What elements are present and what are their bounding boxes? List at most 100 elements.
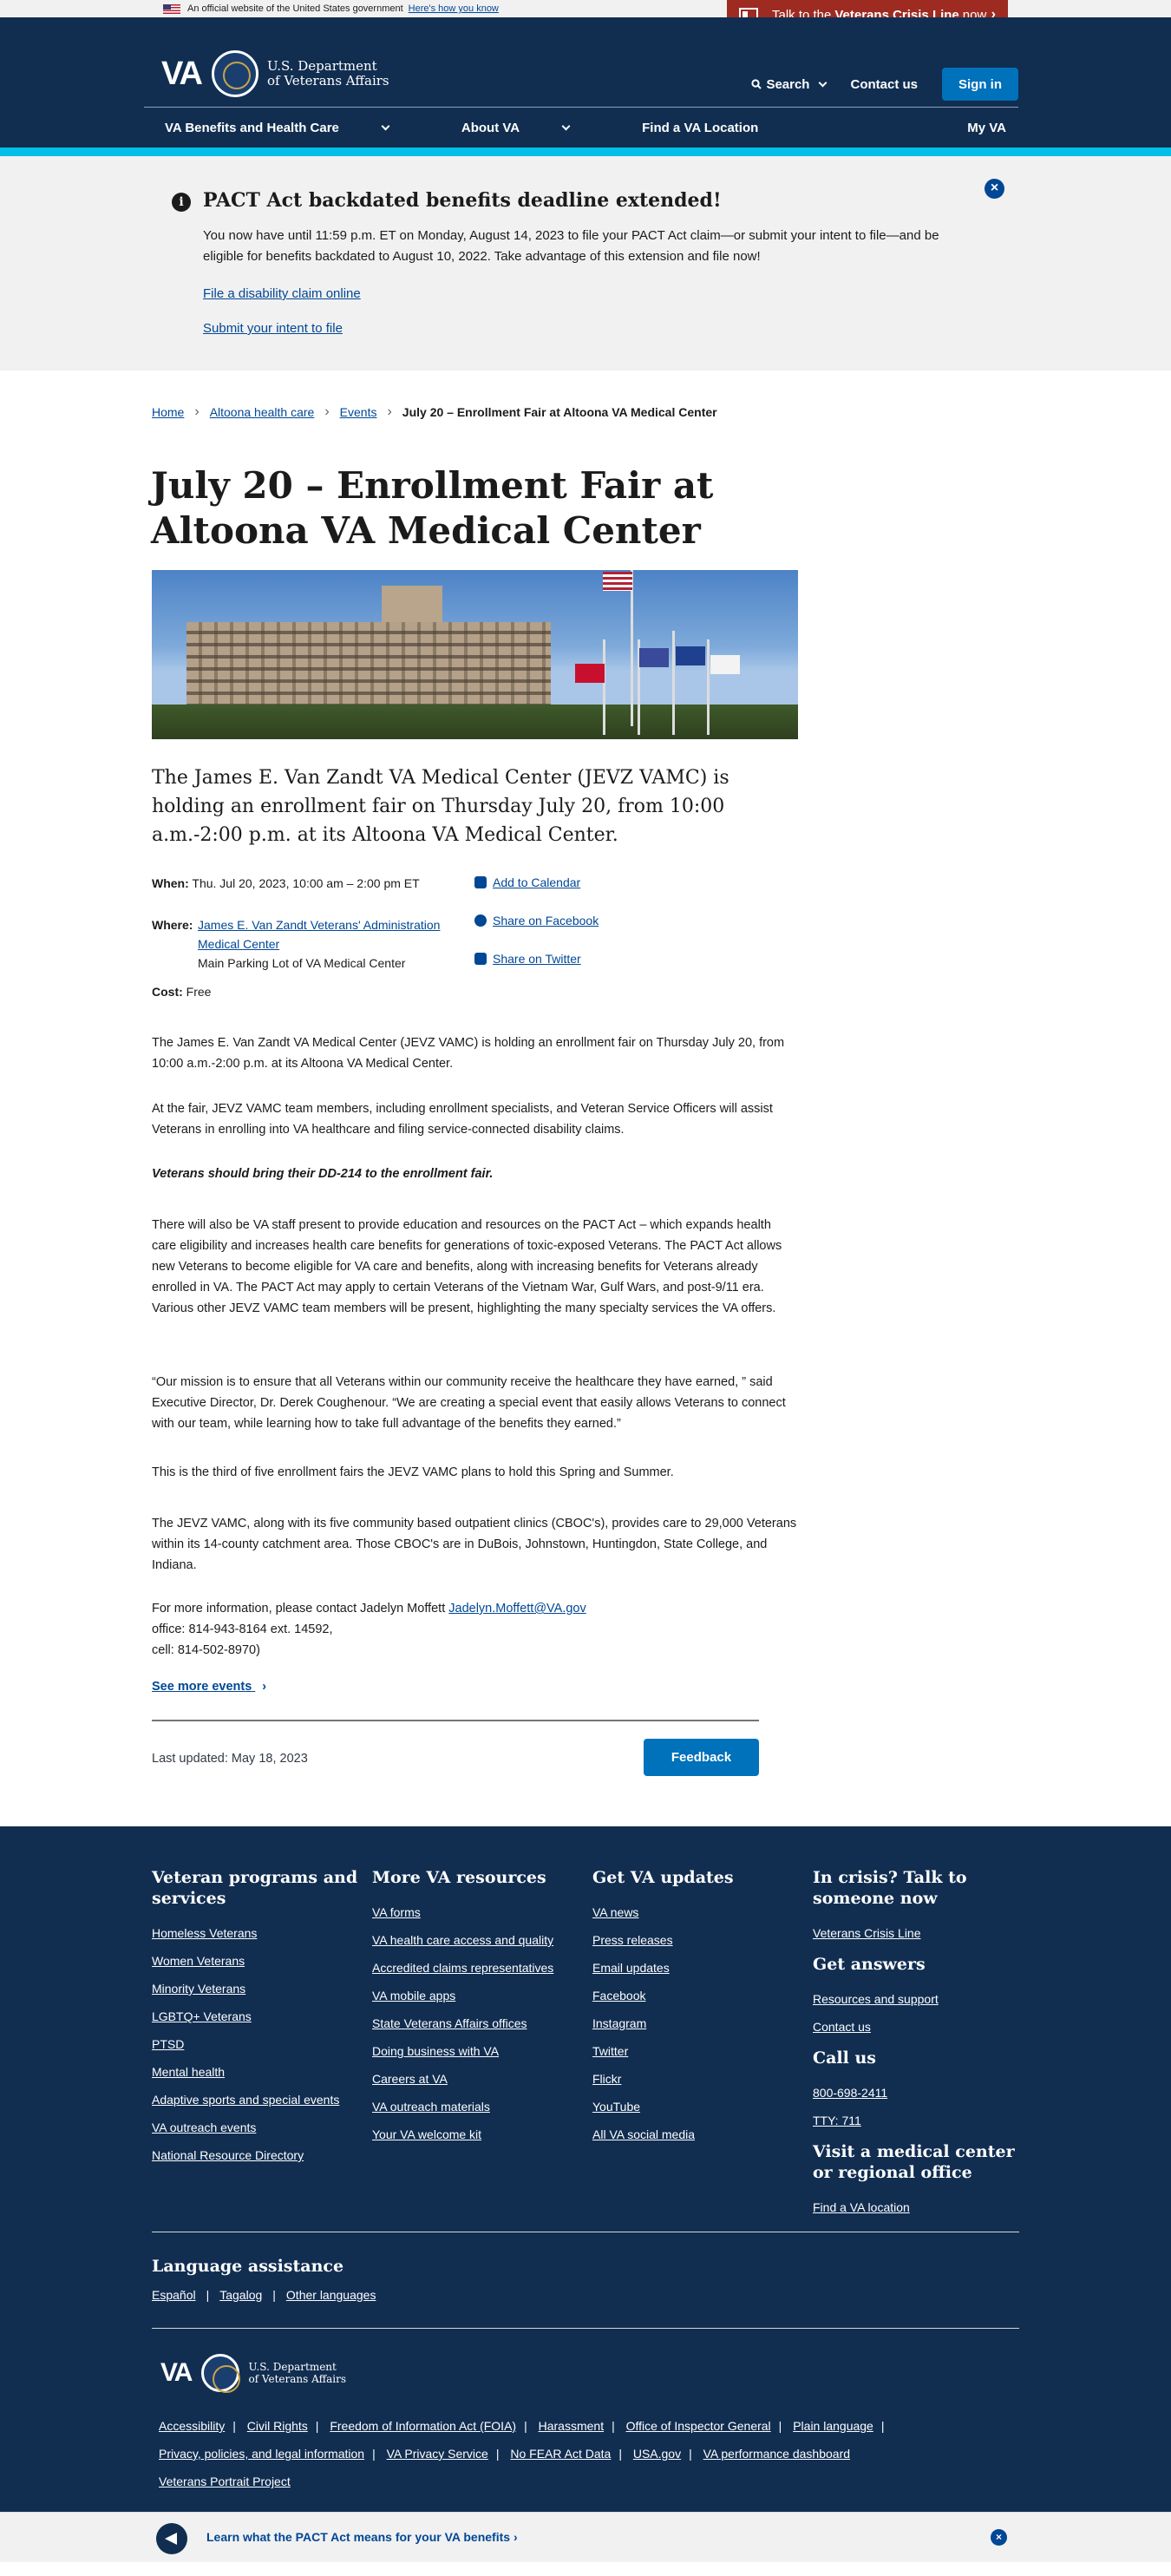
footer-bottom-link[interactable]: Veterans Portrait Project [159, 2474, 291, 2488]
breadcrumb-altoona[interactable]: Altoona health care [210, 405, 315, 419]
where-location-link[interactable]: James E. Van Zandt Veterans' Administrat… [198, 918, 440, 951]
feedback-button[interactable]: Feedback [644, 1739, 759, 1776]
footer-col-resources: More VA resources VA forms VA health car… [372, 1867, 580, 2155]
close-icon[interactable]: × [991, 2529, 1007, 2546]
nav-benefits-health-care[interactable]: VA Benefits and Health Care [165, 121, 425, 135]
footer-link[interactable]: Mental health [152, 2065, 360, 2079]
chevron-right-icon: › [194, 404, 200, 419]
file-disability-claim-link[interactable]: File a disability claim online [203, 286, 361, 301]
footer-bottom-link[interactable]: VA Privacy Service [387, 2447, 488, 2461]
footer-link[interactable]: PTSD [152, 2037, 360, 2051]
footer-link[interactable]: VA outreach events [152, 2120, 360, 2134]
share-facebook-label: Share on Facebook [493, 914, 599, 927]
footer-bottom-link[interactable]: USA.gov [633, 2447, 681, 2461]
heres-how-you-know-link[interactable]: Here's how you know [409, 3, 499, 14]
nav-label: VA Benefits and Health Care [165, 120, 339, 135]
footer-link[interactable]: Instagram [592, 2016, 801, 2030]
footer-link[interactable]: Minority Veterans [152, 1982, 360, 1996]
footer-link[interactable]: Press releases [592, 1933, 801, 1947]
footer-phone-link[interactable]: 800-698-2411 [813, 2086, 1030, 2100]
footer-link[interactable]: Flickr [592, 2072, 801, 2086]
footer-bottom-link[interactable]: Privacy, policies, and legal information [159, 2447, 364, 2461]
footer-link[interactable]: All VA social media [592, 2127, 801, 2141]
event-where-detail: James E. Van Zandt Veterans' Administrat… [198, 915, 440, 973]
footer-link[interactable]: Careers at VA [372, 2072, 580, 2086]
footer-col-title: Get VA updates [592, 1868, 734, 1887]
footer-bottom-link[interactable]: Accessibility [159, 2419, 225, 2433]
footer-va-logo[interactable]: VA U.S. Department of Veterans Affairs [160, 2354, 346, 2393]
body-paragraph-4: There will also be VA staff present to p… [152, 1218, 782, 1315]
footer-bottom-link[interactable]: Freedom of Information Act (FOIA) [330, 2419, 516, 2433]
body-paragraph-2: At the fair, JEVZ VAMC team members, inc… [152, 1102, 773, 1137]
alert-title: PACT Act backdated benefits deadline ext… [203, 189, 722, 212]
footer-link[interactable]: VA news [592, 1905, 801, 1919]
us-flag-icon [163, 3, 180, 14]
main-content: Home › Altoona health care › Events › Ju… [0, 370, 1171, 1826]
nav-my-va[interactable]: My VA [967, 121, 1006, 135]
body-paragraph-6: This is the third of five enrollment fai… [152, 1465, 674, 1479]
footer-bottom-link[interactable]: Civil Rights [247, 2419, 308, 2433]
search-button[interactable]: Search [751, 77, 828, 92]
footer-col-updates: Get VA updates VA news Press releases Em… [592, 1867, 801, 2155]
breadcrumb-home[interactable]: Home [152, 405, 184, 419]
footer-link[interactable]: Doing business with VA [372, 2044, 580, 2058]
footer-link[interactable]: Resources and support [813, 1992, 1030, 2006]
footer-link[interactable]: VA health care access and quality [372, 1933, 580, 1947]
lang-link[interactable]: Other languages [286, 2288, 376, 2302]
footer-find-location-link[interactable]: Find a VA location [813, 2200, 1030, 2214]
contact-email-link[interactable]: Jadelyn.Moffett@VA.gov [448, 1602, 586, 1616]
footer-link[interactable]: LGBTQ+ Veterans [152, 2009, 360, 2023]
chevron-right-icon: › [324, 404, 330, 419]
footer-bottom-link[interactable]: No FEAR Act Data [510, 2447, 611, 2461]
megaphone-icon [156, 2523, 187, 2554]
footer-bottom-link[interactable]: Office of Inspector General [626, 2419, 771, 2433]
footer-bottom-link[interactable]: VA performance dashboard [703, 2447, 850, 2461]
footer-col-help: In crisis? Talk to someone now Veterans … [813, 1867, 1030, 2228]
contact-us-link[interactable]: Contact us [850, 77, 918, 92]
footer-link[interactable]: Contact us [813, 2020, 1030, 2034]
footer-crisis-link[interactable]: Veterans Crisis Line [813, 1926, 1030, 1940]
body-paragraph-1: The James E. Van Zandt VA Medical Center… [152, 1036, 785, 1071]
footer-link[interactable]: Accredited claims representatives [372, 1961, 580, 1975]
va-logo-text: VA [160, 2358, 193, 2387]
va-logo[interactable]: VA U.S. Department of Veterans Affairs [161, 50, 389, 97]
footer-link[interactable]: Facebook [592, 1989, 801, 2002]
share-twitter-label: Share on Twitter [493, 952, 581, 966]
footer-link[interactable]: National Resource Directory [152, 2148, 360, 2162]
lang-link[interactable]: Tagalog [219, 2288, 262, 2302]
footer-link[interactable]: Adaptive sports and special events [152, 2093, 360, 2107]
add-to-calendar-link[interactable]: Add to Calendar [474, 875, 580, 889]
alert-body: You now have until 11:59 p.m. ET on Mond… [203, 228, 939, 264]
breadcrumb-events[interactable]: Events [340, 405, 377, 419]
answers-title: Get answers [813, 1955, 926, 1974]
footer-link[interactable]: Email updates [592, 1961, 801, 1975]
footer-link[interactable]: Your VA welcome kit [372, 2127, 580, 2141]
sign-in-button[interactable]: Sign in [942, 68, 1018, 101]
pact-act-banner-link[interactable]: Learn what the PACT Act means for your V… [206, 2530, 518, 2544]
footer-tty-link[interactable]: TTY: 711 [813, 2114, 1030, 2127]
contact-info: For more information, please contact Jad… [152, 1598, 798, 1661]
submit-intent-to-file-link[interactable]: Submit your intent to file [203, 321, 343, 336]
footer-bottom-link[interactable]: Plain language [793, 2419, 873, 2433]
nav-find-va-location[interactable]: Find a VA Location [642, 121, 758, 135]
close-icon[interactable]: × [985, 179, 1004, 199]
see-more-events-link[interactable]: See more events › [152, 1680, 266, 1694]
footer-link[interactable]: YouTube [592, 2100, 801, 2114]
footer-link[interactable]: Twitter [592, 2044, 801, 2058]
header-utilities: Search Contact us Sign in [751, 68, 1018, 101]
dept-name: U.S. Department of Veterans Affairs [267, 59, 389, 88]
footer-bottom-link[interactable]: Harassment [539, 2419, 604, 2433]
main-nav: VA Benefits and Health Care About VA Fin… [144, 107, 1018, 147]
footer-link[interactable]: Women Veterans [152, 1954, 360, 1968]
footer-link[interactable]: VA mobile apps [372, 1989, 580, 2002]
nav-about-va[interactable]: About VA [461, 121, 605, 135]
calendar-icon [474, 876, 487, 888]
breadcrumb-current: July 20 – Enrollment Fair at Altoona VA … [402, 405, 717, 419]
share-twitter-link[interactable]: Share on Twitter [474, 952, 581, 966]
footer-link[interactable]: Homeless Veterans [152, 1926, 360, 1940]
footer-link[interactable]: VA outreach materials [372, 2100, 580, 2114]
footer-link[interactable]: State Veterans Affairs offices [372, 2016, 580, 2030]
share-facebook-link[interactable]: Share on Facebook [474, 914, 599, 927]
lang-link[interactable]: Español [152, 2288, 196, 2302]
footer-link[interactable]: VA forms [372, 1905, 580, 1919]
